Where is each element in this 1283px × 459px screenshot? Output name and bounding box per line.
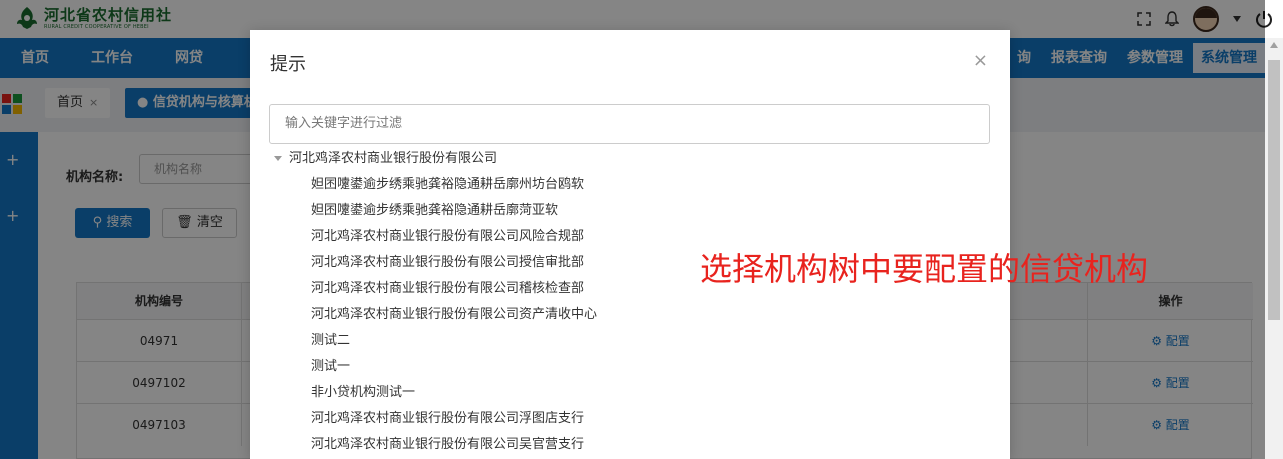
tree-node[interactable]: 妲囨嚔鍙逾步绣乘驰龚裕隐通耕岳廓菏亚软: [274, 198, 974, 224]
caret-down-icon[interactable]: [274, 156, 282, 161]
dialog-title: 提示: [270, 54, 306, 75]
tree-node[interactable]: 河北鸡泽农村商业银行股份有限公司吴官营支行: [274, 432, 974, 458]
tree-node-label: 河北鸡泽农村商业银行股份有限公司: [289, 151, 498, 166]
instruction-annotation: 选择机构树中要配置的信贷机构: [700, 250, 1149, 288]
tree-node[interactable]: 测试一: [274, 354, 974, 380]
tree-root-node[interactable]: 河北鸡泽农村商业银行股份有限公司: [274, 146, 974, 172]
tree-node[interactable]: 河北鸡泽农村商业银行股份有限公司浮图店支行: [274, 406, 974, 432]
page-scrollbar[interactable]: [1265, 38, 1283, 459]
scrollbar-thumb[interactable]: [1268, 60, 1280, 320]
tree-node[interactable]: 非小贷机构测试一: [274, 380, 974, 406]
tree-node[interactable]: 河北鸡泽农村商业银行股份有限公司资产清收中心: [274, 302, 974, 328]
tree-node[interactable]: 妲囨嚔鍙逾步绣乘驰龚裕隐通耕岳廓州坊台鸥软: [274, 172, 974, 198]
tree-node[interactable]: 测试二: [274, 328, 974, 354]
select-org-dialog: 提示 × 输入关键字进行过滤 河北鸡泽农村商业银行股份有限公司 妲囨嚔鍙逾步绣乘…: [250, 30, 1148, 459]
org-tree: 河北鸡泽农村商业银行股份有限公司 妲囨嚔鍙逾步绣乘驰龚裕隐通耕岳廓州坊台鸥软 妲…: [274, 146, 974, 458]
close-icon[interactable]: ×: [973, 50, 988, 71]
tree-filter-input[interactable]: 输入关键字进行过滤: [269, 104, 990, 144]
scroll-up-icon[interactable]: [1270, 42, 1278, 48]
